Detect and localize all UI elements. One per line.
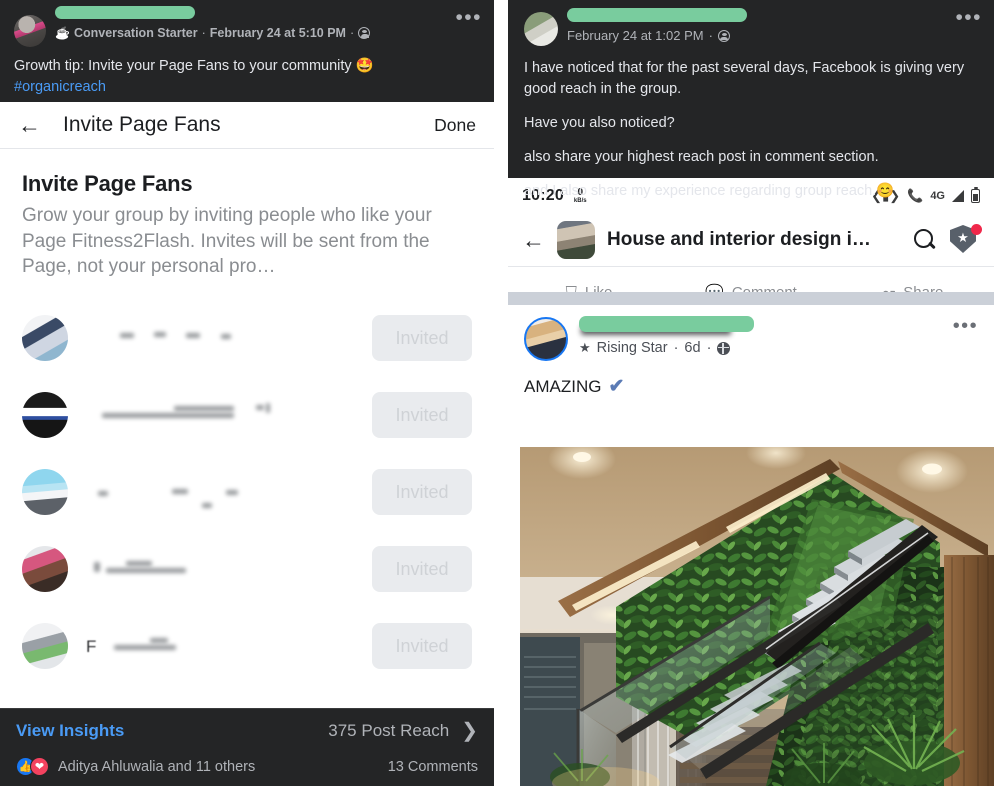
left-screenshot-panel: ••• ☕ Conversation Starter · February 24… [0, 0, 494, 786]
invited-button[interactable]: Invited [372, 469, 472, 516]
post-reach-count: 375 Post Reach [328, 721, 450, 740]
left-post-footer: View Insights 375 Post Reach ❯ 👍 ❤ Adity… [0, 708, 494, 786]
post-time-ago: 6d [684, 340, 701, 356]
post-paragraph: also share your highest reach post in co… [524, 149, 879, 166]
like-button[interactable]: ⛉ Like [508, 284, 670, 292]
done-button[interactable]: Done [434, 115, 476, 136]
meta-separator: · [201, 26, 206, 40]
view-insights-link[interactable]: View Insights [16, 721, 124, 741]
post-action-strip: ⛉ Like 💬 Comment ↝ Share [508, 266, 994, 292]
invited-button[interactable]: Invited [372, 623, 472, 670]
list-item[interactable]: Invited [22, 377, 472, 454]
avatar[interactable] [524, 12, 558, 46]
list-item[interactable]: Invited [22, 454, 472, 531]
fan-name-initial: F [86, 637, 97, 657]
avatar[interactable] [22, 623, 68, 670]
coffee-cup-icon: ☕ [55, 26, 70, 40]
invited-button[interactable]: Invited [372, 546, 472, 593]
comment-bubble-icon: 💬 [705, 283, 724, 292]
invited-button[interactable]: Invited [372, 392, 472, 439]
avatar[interactable] [14, 15, 46, 47]
post-paragraph: Have you also noticed? [524, 115, 675, 132]
list-item[interactable]: Invited [22, 300, 472, 377]
screenshot-root: ••• ☕ Conversation Starter · February 24… [0, 0, 994, 786]
left-post-header: ••• ☕ Conversation Starter · February 24… [0, 0, 494, 102]
like-label: Like [585, 284, 613, 292]
overflow-menu-icon[interactable]: ••• [953, 316, 978, 336]
redacted-author-name [567, 8, 747, 22]
invited-button[interactable]: Invited [372, 315, 472, 362]
feed-post-text: AMAZING ✔ [524, 375, 978, 398]
globe-icon [717, 341, 731, 355]
notification-dot [971, 224, 982, 235]
redacted-fan-name [86, 392, 372, 438]
redacted-fan-name [86, 469, 372, 515]
redacted-fan-name [86, 315, 372, 361]
avatar[interactable] [22, 392, 68, 439]
post-timestamp: February 24 at 1:02 PM [567, 28, 704, 43]
heart-icon: ❤ [30, 757, 49, 776]
left-post-body: Growth tip: Invite your Page Fans to you… [14, 56, 480, 97]
page-title: Invite Page Fans [63, 113, 221, 136]
thumbs-up-outline-icon: ⛉ [566, 284, 577, 292]
likers-label[interactable]: Aditya Ahluwalia and 11 others [58, 759, 255, 775]
share-label: Share [903, 283, 944, 293]
meta-separator-2: · [349, 26, 355, 40]
right-screenshot-panel: ••• February 24 at 1:02 PM · I have noti… [508, 0, 994, 786]
invite-body: Invite Page Fans Grow your group by invi… [0, 149, 494, 685]
group-title[interactable]: House and interior design i… [607, 229, 900, 251]
check-mark-icon: ✔ [608, 376, 625, 397]
redacted-author-name [579, 316, 754, 332]
share-button[interactable]: ↝ Share [832, 283, 994, 293]
post-paragraph: and I also share my experience regarding… [524, 183, 895, 200]
redacted-fan-name [86, 546, 372, 592]
star-icon: ★ [579, 340, 591, 355]
post-text: Growth tip: Invite your Page Fans to you… [14, 58, 374, 74]
meta-separator: · [708, 28, 713, 43]
meta-separator: · [673, 340, 679, 356]
back-arrow-icon[interactable]: ← [522, 227, 545, 254]
share-arrow-icon: ↝ [883, 283, 896, 292]
group-navbar: ← House and interior design i… ★ [508, 214, 994, 266]
feed-post-photo[interactable] [520, 447, 994, 786]
group-audience-icon [717, 29, 730, 42]
invite-description: Grow your group by inviting people who l… [22, 205, 432, 278]
conversation-starter-badge: Conversation Starter [73, 26, 198, 40]
post-paragraph: I have noticed that for the past several… [524, 60, 965, 98]
battery-icon [971, 187, 980, 203]
feed-post: ★ Rising Star · 6d · ••• AMAZING ✔ [508, 305, 994, 398]
list-item[interactable]: F Invited [22, 608, 472, 685]
list-item[interactable]: Invited [22, 531, 472, 608]
avatar[interactable] [22, 315, 68, 362]
shield-star-icon[interactable]: ★ [950, 224, 982, 255]
right-comment-post: ••• February 24 at 1:02 PM · I have noti… [508, 0, 994, 199]
meta-separator-2: · [706, 340, 712, 356]
post-text: AMAZING [524, 376, 602, 396]
rising-star-badge: Rising Star [596, 340, 668, 356]
feed-section-divider [508, 292, 994, 305]
avatar[interactable] [524, 317, 568, 361]
search-icon[interactable] [912, 227, 938, 253]
avatar[interactable] [22, 546, 68, 593]
comment-label: Comment [731, 283, 797, 293]
invite-heading: Invite Page Fans [22, 171, 193, 196]
comment-button[interactable]: 💬 Comment [670, 283, 832, 293]
panel-divider [494, 0, 508, 786]
comments-count[interactable]: 13 Comments [388, 759, 478, 775]
invite-fan-list: Invited Invited Invited Invited F Invite… [22, 300, 472, 685]
post-meta-line: February 24 at 1:02 PM · [567, 28, 978, 43]
redacted-author-name [55, 6, 195, 19]
post-meta-line: ★ Rising Star · 6d · [579, 340, 978, 356]
back-arrow-icon[interactable]: ← [18, 113, 41, 137]
reaction-badges[interactable]: 👍 ❤ [16, 757, 49, 776]
post-meta-line: ☕ Conversation Starter · February 24 at … [55, 26, 480, 40]
group-audience-icon [358, 27, 371, 39]
redacted-fan-name: F [86, 623, 372, 669]
chevron-right-icon[interactable]: ❯ [461, 721, 478, 741]
avatar[interactable] [22, 469, 68, 516]
post-hashtag[interactable]: #organicreach [14, 79, 106, 95]
post-timestamp: February 24 at 5:10 PM [209, 26, 346, 40]
invite-screen-navbar: ← Invite Page Fans Done [0, 102, 494, 149]
group-thumbnail-icon[interactable] [557, 221, 595, 259]
